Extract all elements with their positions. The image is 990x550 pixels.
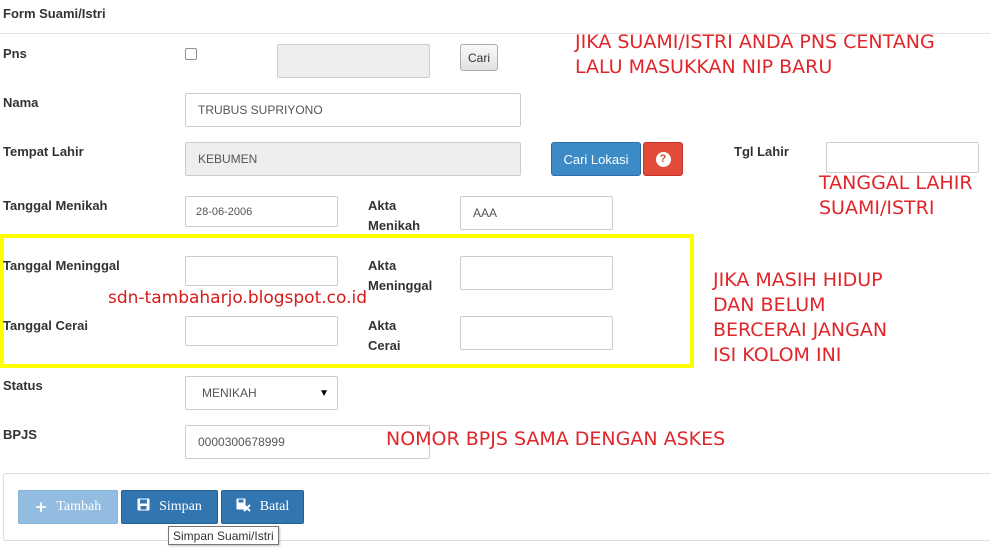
nama-input[interactable]: TRUBUS SUPRIYONO (185, 93, 521, 127)
status-label: Status (3, 378, 43, 393)
question-circle-icon: ? (655, 151, 671, 167)
pns-annotation-line-1: JIKA SUAMI/ISTRI ANDA PNS CENTANG (575, 31, 935, 53)
akta-cerai-label-line-1: Akta (368, 318, 397, 333)
akta-meninggal-label: Akta Meninggal (368, 256, 432, 296)
tempat-lahir-label: Tempat Lahir (3, 144, 84, 159)
tgl-lahir-input[interactable] (826, 142, 979, 173)
floppy-disk-icon (137, 498, 150, 516)
tambah-label: Tambah (56, 499, 102, 514)
akta-meninggal-label-line-1: Akta (368, 258, 397, 273)
batal-button[interactable]: Batal (221, 490, 304, 524)
akta-menikah-label-line-2: Menikah (368, 218, 421, 233)
hidup-annotation-line-3: BERCERAI JANGAN (713, 319, 888, 341)
cari-button[interactable]: Cari (460, 44, 498, 71)
akta-menikah-label-line-1: Akta (368, 198, 397, 213)
status-select-value: MENIKAH (202, 386, 257, 400)
tanggal-menikah-input[interactable]: 28-06-2006 (185, 196, 338, 227)
hidup-annotation-line-1: JIKA MASIH HIDUP (713, 269, 883, 291)
pns-annotation-line-2: LALU MASUKKAN NIP BARU (575, 56, 833, 78)
pns-checkbox[interactable] (185, 48, 197, 60)
tgl-lahir-label: Tgl Lahir (734, 144, 789, 159)
pns-annotation: JIKA SUAMI/ISTRI ANDA PNS CENTANG LALU M… (575, 30, 935, 80)
hidup-annotation-line-4: ISI KOLOM INI (713, 344, 842, 366)
tgl-lahir-annotation-line-1: TANGGAL LAHIR (819, 172, 973, 194)
akta-meninggal-input[interactable] (460, 256, 613, 290)
help-button[interactable]: ? (643, 142, 683, 176)
batal-label: Batal (259, 499, 290, 514)
tambah-button[interactable]: + Tambah (18, 490, 118, 524)
form-title: Form Suami/Istri (3, 6, 106, 21)
tempat-lahir-input[interactable]: KEBUMEN (185, 142, 521, 176)
akta-menikah-input[interactable]: AAA (460, 196, 613, 230)
nip-input[interactable] (277, 44, 430, 78)
tanggal-meninggal-input[interactable] (185, 256, 338, 286)
tgl-lahir-annotation: TANGGAL LAHIR SUAMI/ISTRI (819, 171, 973, 221)
caret-down-icon: ▼ (319, 387, 329, 399)
hidup-annotation: JIKA MASIH HIDUP DAN BELUM BERCERAI JANG… (713, 268, 887, 368)
tanggal-cerai-label: Tanggal Cerai (3, 318, 89, 333)
tgl-lahir-annotation-line-2: SUAMI/ISTRI (819, 197, 935, 219)
nama-label: Nama (3, 95, 39, 110)
akta-cerai-input[interactable] (460, 316, 613, 350)
akta-cerai-label-line-2: Cerai (368, 338, 401, 353)
plus-icon: + (34, 498, 48, 516)
simpan-button[interactable]: Simpan (121, 490, 218, 524)
bpjs-annotation: NOMOR BPJS SAMA DENGAN ASKES (386, 428, 726, 450)
akta-cerai-label: Akta Cerai (368, 316, 401, 356)
tanggal-meninggal-label: Tanggal Meninggal (3, 258, 120, 273)
simpan-tooltip: Simpan Suami/Istri (168, 526, 279, 545)
akta-menikah-label: Akta Menikah (368, 196, 420, 236)
akta-meninggal-label-line-2: Meninggal (368, 278, 433, 293)
pns-label: Pns (3, 46, 27, 61)
cari-lokasi-button[interactable]: Cari Lokasi (551, 142, 641, 176)
hidup-annotation-line-2: DAN BELUM (713, 294, 826, 316)
cancel-edit-icon (236, 498, 251, 517)
bpjs-label: BPJS (3, 427, 37, 442)
tanggal-menikah-label: Tanggal Menikah (3, 198, 108, 213)
watermark: sdn-tambaharjo.blogspot.co.id (108, 288, 368, 308)
status-select[interactable]: MENIKAH ▼ (185, 376, 338, 410)
simpan-label: Simpan (159, 499, 202, 514)
tanggal-cerai-input[interactable] (185, 316, 338, 346)
